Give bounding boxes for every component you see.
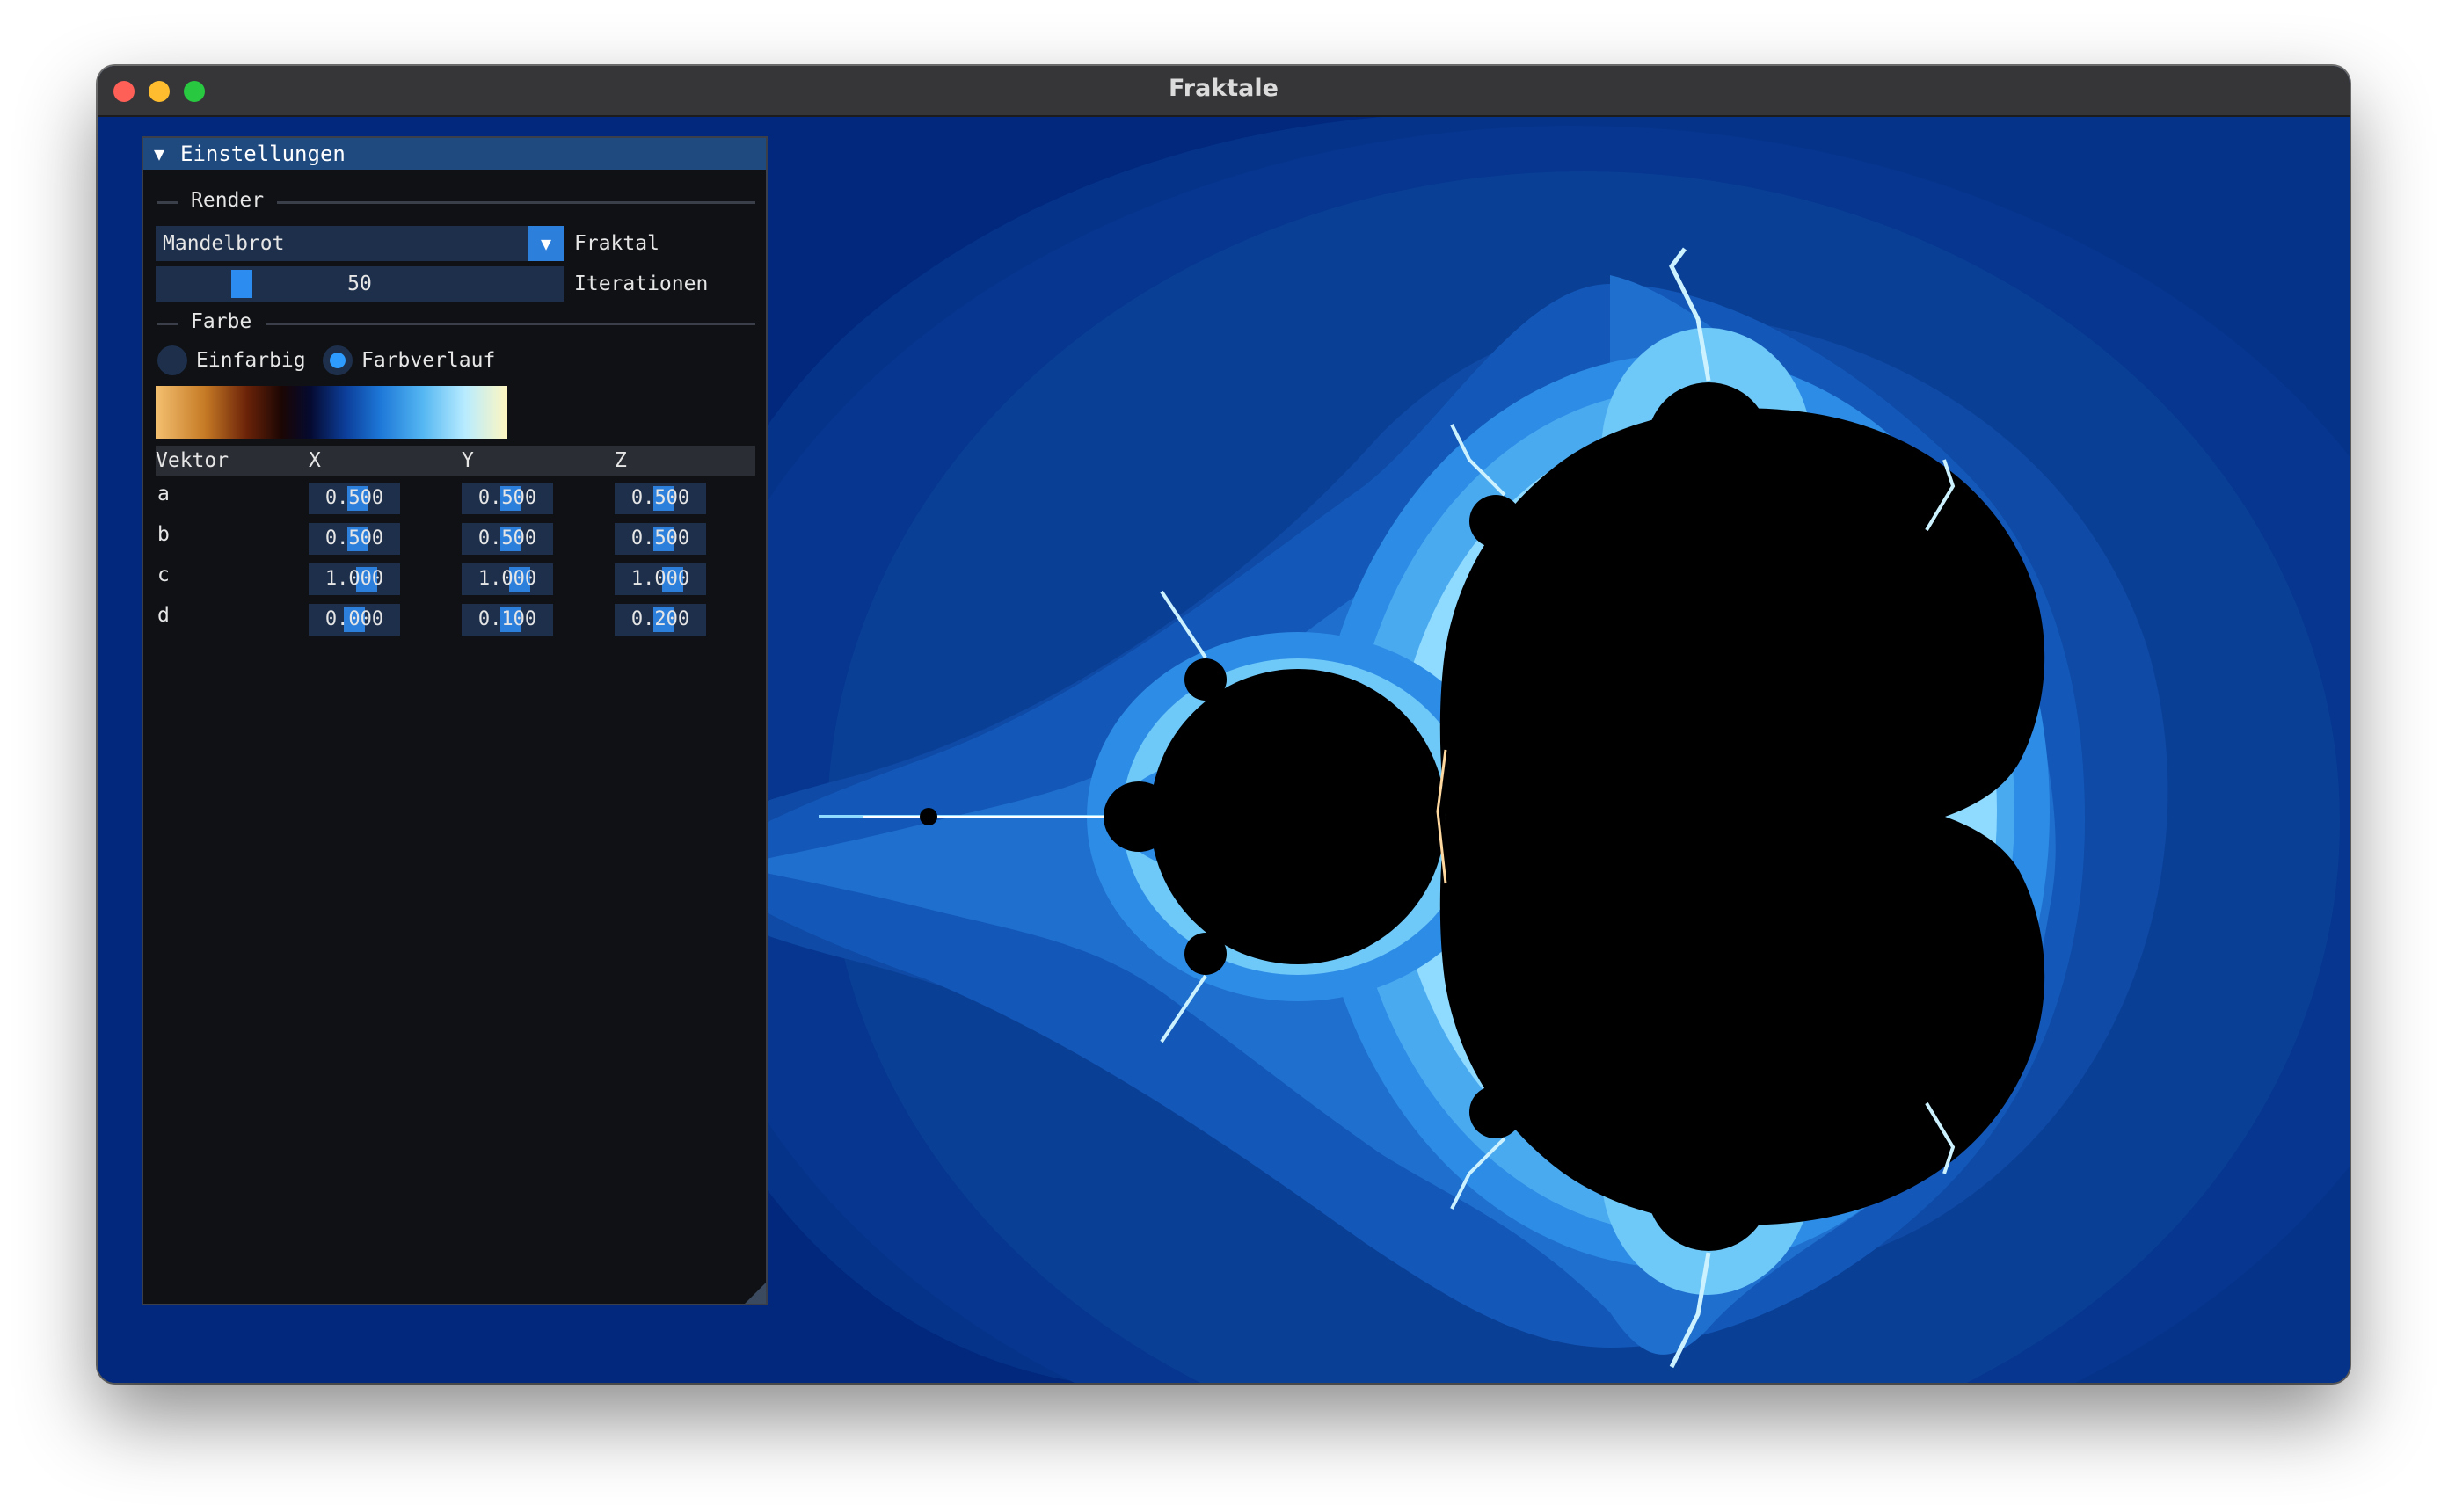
table-header bbox=[156, 446, 755, 476]
vector-b-z-field[interactable]: 0.500 bbox=[615, 523, 706, 555]
radio-selected-dot bbox=[330, 353, 346, 368]
separator-left bbox=[157, 201, 178, 204]
fractal-combo-value: Mandelbrot bbox=[163, 232, 285, 255]
field-value: 0.500 bbox=[324, 527, 384, 549]
separator-line bbox=[277, 201, 755, 204]
header-y: Y bbox=[462, 449, 474, 472]
row-label: c bbox=[157, 563, 170, 586]
separator-line bbox=[266, 323, 755, 325]
row-label: d bbox=[157, 604, 170, 627]
radio-solid-label: Einfarbig bbox=[196, 349, 306, 372]
iterations-value: 50 bbox=[347, 273, 372, 295]
radio-solid[interactable] bbox=[157, 345, 187, 375]
window-title: Fraktale bbox=[1169, 75, 1279, 102]
row-label: b bbox=[157, 523, 170, 546]
vector-a-z-field[interactable]: 0.500 bbox=[615, 483, 706, 514]
fractal-combo[interactable]: Mandelbrot bbox=[156, 226, 564, 261]
radio-gradient[interactable] bbox=[323, 345, 353, 375]
field-value: 0.500 bbox=[324, 487, 384, 509]
resize-grip-icon[interactable] bbox=[745, 1283, 766, 1304]
field-value: 0.100 bbox=[477, 608, 537, 630]
collapse-triangle-icon[interactable]: ▼ bbox=[154, 138, 164, 170]
panel-title: Einstellungen bbox=[180, 142, 346, 166]
section-color-label: Farbe bbox=[191, 310, 252, 333]
field-value: 0.500 bbox=[477, 487, 537, 509]
panel-header[interactable]: ▼ Einstellungen bbox=[143, 138, 766, 170]
field-value: 0.500 bbox=[630, 527, 690, 549]
app-window: Fraktale ▼ Einstellungen Render Mandelbr… bbox=[98, 66, 2350, 1383]
title-bar: Fraktale bbox=[98, 66, 2350, 117]
vector-b-y-field[interactable]: 0.500 bbox=[462, 523, 553, 555]
header-vektor: Vektor bbox=[156, 449, 230, 472]
vector-a-y-field[interactable]: 0.500 bbox=[462, 483, 553, 514]
chevron-down-icon[interactable]: ▼ bbox=[528, 226, 564, 261]
field-value: 1.000 bbox=[324, 568, 384, 590]
vector-c-z-field[interactable]: 1.000 bbox=[615, 563, 706, 595]
vector-a-x-field[interactable]: 0.500 bbox=[309, 483, 400, 514]
vector-b-x-field[interactable]: 0.500 bbox=[309, 523, 400, 555]
field-value: 0.500 bbox=[477, 527, 537, 549]
fractal-label: Fraktal bbox=[574, 232, 659, 255]
settings-panel: ▼ Einstellungen Render Mandelbrot ▼ Frak… bbox=[142, 136, 768, 1305]
iterations-label: Iterationen bbox=[574, 273, 709, 295]
field-value: 1.000 bbox=[477, 568, 537, 590]
vector-d-x-field[interactable]: 0.000 bbox=[309, 604, 400, 636]
field-value: 0.500 bbox=[630, 487, 690, 509]
radio-gradient-label: Farbverlauf bbox=[361, 349, 496, 372]
section-render-label: Render bbox=[191, 189, 265, 212]
row-label: a bbox=[157, 483, 170, 505]
header-z: Z bbox=[615, 449, 627, 472]
field-value: 0.200 bbox=[630, 608, 690, 630]
field-value: 1.000 bbox=[630, 568, 690, 590]
field-value: 0.000 bbox=[324, 608, 384, 630]
vector-c-y-field[interactable]: 1.000 bbox=[462, 563, 553, 595]
separator-left bbox=[157, 323, 178, 325]
vector-d-z-field[interactable]: 0.200 bbox=[615, 604, 706, 636]
vector-c-x-field[interactable]: 1.000 bbox=[309, 563, 400, 595]
header-x: X bbox=[309, 449, 321, 472]
gradient-preview[interactable] bbox=[156, 386, 507, 439]
iterations-slider[interactable]: 50 bbox=[156, 266, 564, 302]
vector-d-y-field[interactable]: 0.100 bbox=[462, 604, 553, 636]
